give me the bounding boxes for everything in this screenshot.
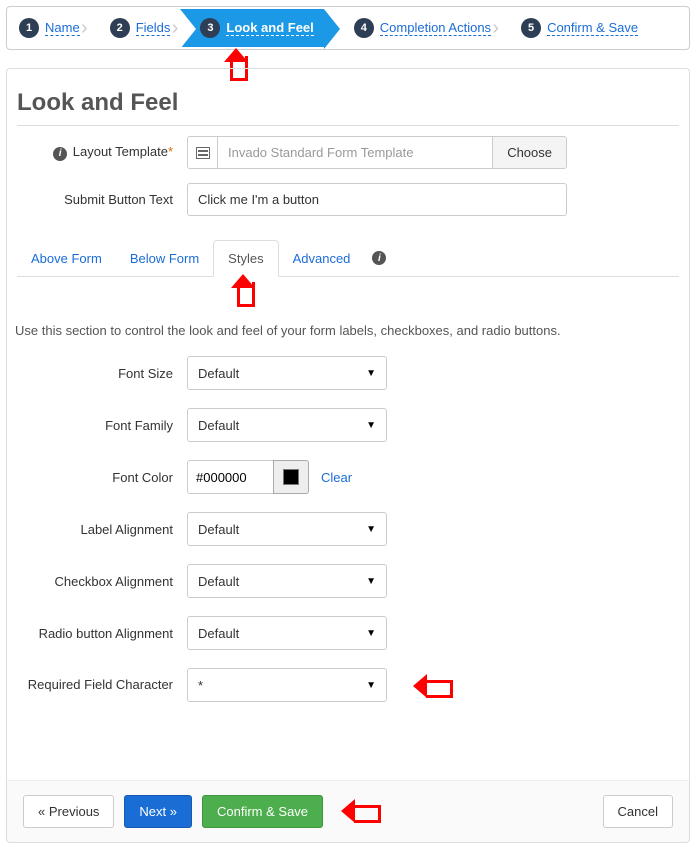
submit-button-text-label: Submit Button Text <box>17 192 187 207</box>
step-label: Fields <box>136 20 171 36</box>
label-alignment-select[interactable]: Default ▼ <box>187 512 387 546</box>
annotation-arrow-left-icon <box>341 799 381 823</box>
font-family-label: Font Family <box>17 418 187 433</box>
chevron-down-icon: ▼ <box>366 576 376 587</box>
next-button[interactable]: Next » <box>124 795 192 828</box>
chevron-down-icon: ▼ <box>366 680 376 691</box>
step-number: 4 <box>354 18 374 38</box>
step-label: Name <box>45 20 80 36</box>
main-panel: Look and Feel i Layout Template* Invado … <box>6 68 690 780</box>
checkbox-alignment-label: Checkbox Alignment <box>17 574 187 589</box>
required-char-label: Required Field Character <box>17 677 187 694</box>
info-icon[interactable]: i <box>372 251 386 265</box>
choose-template-button[interactable]: Choose <box>492 137 566 168</box>
chevron-down-icon: ▼ <box>366 524 376 535</box>
tab-below-form[interactable]: Below Form <box>116 241 213 276</box>
step-label: Look and Feel <box>226 20 313 36</box>
font-family-select[interactable]: Default ▼ <box>187 408 387 442</box>
info-icon[interactable]: i <box>53 147 67 161</box>
step-label: Completion Actions <box>380 20 491 36</box>
previous-button[interactable]: « Previous <box>23 795 114 828</box>
tab-above-form[interactable]: Above Form <box>17 241 116 276</box>
annotation-arrow-left-icon <box>413 674 453 698</box>
tab-advanced[interactable]: Advanced <box>279 241 365 276</box>
layout-template-label: i Layout Template* <box>17 144 187 161</box>
step-number: 3 <box>200 18 220 38</box>
chevron-down-icon: ▼ <box>366 368 376 379</box>
styles-tabs: Above Form Below Form Styles Advanced i <box>17 240 679 277</box>
wizard-step-confirm-save[interactable]: 5 Confirm & Save <box>501 9 648 47</box>
layout-template-picker: Invado Standard Form Template Choose <box>187 136 567 169</box>
wizard-breadcrumb: 1 Name 2 Fields 3 Look and Feel 4 Comple… <box>6 6 690 50</box>
submit-button-text-input[interactable] <box>187 183 567 216</box>
cancel-button[interactable]: Cancel <box>603 795 673 828</box>
required-char-select[interactable]: * ▼ <box>187 668 387 702</box>
step-number: 2 <box>110 18 130 38</box>
wizard-step-completion-actions[interactable]: 4 Completion Actions <box>324 9 501 47</box>
label-alignment-label: Label Alignment <box>17 522 187 537</box>
step-label: Confirm & Save <box>547 20 638 36</box>
checkbox-alignment-select[interactable]: Default ▼ <box>187 564 387 598</box>
radio-alignment-label: Radio button Alignment <box>17 626 187 641</box>
annotation-arrow-up-icon <box>231 274 255 306</box>
template-icon <box>188 137 218 168</box>
color-swatch-button[interactable] <box>273 460 309 494</box>
font-color-input[interactable] <box>187 460 273 494</box>
font-color-label: Font Color <box>17 470 187 485</box>
step-number: 1 <box>19 18 39 38</box>
section-description: Use this section to control the look and… <box>15 323 679 338</box>
confirm-save-button[interactable]: Confirm & Save <box>202 795 323 828</box>
chevron-down-icon: ▼ <box>366 420 376 431</box>
font-size-select[interactable]: Default ▼ <box>187 356 387 390</box>
required-asterisk: * <box>168 144 173 159</box>
wizard-step-look-and-feel[interactable]: 3 Look and Feel <box>180 9 323 47</box>
wizard-step-name[interactable]: 1 Name <box>11 9 90 47</box>
font-size-label: Font Size <box>17 366 187 381</box>
clear-color-link[interactable]: Clear <box>321 470 352 485</box>
radio-alignment-select[interactable]: Default ▼ <box>187 616 387 650</box>
wizard-footer: « Previous Next » Confirm & Save Cancel <box>6 780 690 843</box>
layout-template-value: Invado Standard Form Template <box>218 137 492 168</box>
wizard-step-fields[interactable]: 2 Fields <box>90 9 181 47</box>
tab-styles[interactable]: Styles <box>213 240 278 277</box>
chevron-down-icon: ▼ <box>366 628 376 639</box>
page-title: Look and Feel <box>17 89 679 126</box>
color-swatch-icon <box>283 469 299 485</box>
step-number: 5 <box>521 18 541 38</box>
